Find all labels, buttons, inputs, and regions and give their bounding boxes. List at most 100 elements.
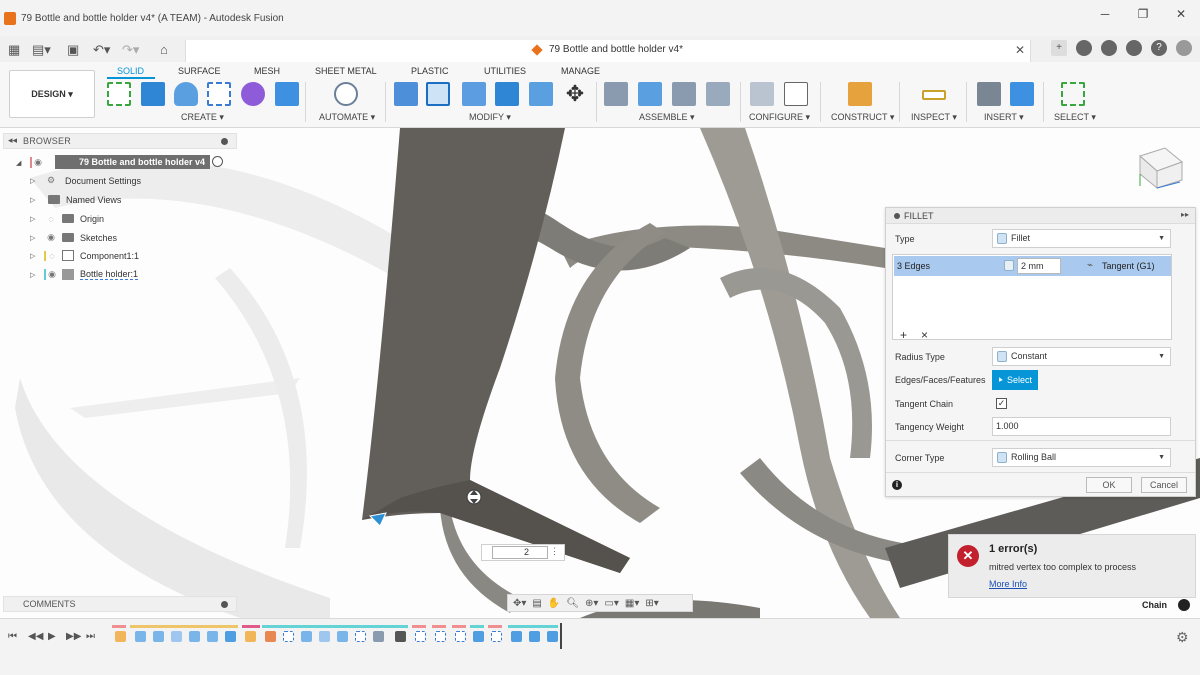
joint-icon[interactable] (638, 82, 662, 106)
ok-button[interactable]: OK (1086, 477, 1132, 493)
revolve-icon[interactable] (174, 82, 198, 106)
display-settings-icon[interactable]: ▭▾ (604, 598, 618, 609)
create-menu[interactable]: CREATE ▾ (181, 112, 224, 123)
timeline-feature[interactable] (473, 631, 484, 642)
pan-icon[interactable]: ✋ (548, 598, 560, 609)
job-status-icon[interactable] (1101, 40, 1117, 56)
more-options-icon[interactable]: ⋮ (550, 546, 559, 557)
radius-type-dropdown[interactable]: Constant ▼ (992, 347, 1171, 366)
file-icon[interactable]: ▤▾ (32, 42, 51, 58)
viewports-icon[interactable]: ⊞▾ (645, 598, 658, 609)
tab-manage[interactable]: MANAGE (561, 66, 600, 76)
expand-triangle-icon[interactable]: ▷ (30, 177, 40, 185)
offset-plane-icon[interactable] (848, 82, 872, 106)
timeline-feature[interactable] (265, 631, 276, 642)
press-pull-icon[interactable] (394, 82, 418, 106)
timeline-feature[interactable] (415, 631, 426, 642)
help-icon[interactable]: ? (1151, 40, 1167, 56)
tab-sheet-metal[interactable]: SHEET METAL (315, 66, 377, 76)
timeline-feature[interactable] (301, 631, 312, 642)
configure-icon[interactable] (750, 82, 774, 106)
browser-root-label[interactable]: 79 Bottle and bottle holder v4 (55, 155, 210, 169)
zoom-window-icon[interactable]: ⊕▾ (585, 598, 598, 609)
browser-item-document-settings[interactable]: ▷ ⚙ Document Settings (30, 172, 141, 189)
tab-mesh[interactable]: MESH (254, 66, 280, 76)
create-sketch-icon[interactable] (107, 82, 131, 106)
new-tab-icon[interactable]: + (1051, 40, 1067, 56)
tab-utilities[interactable]: UTILITIES (484, 66, 526, 76)
activate-radio-icon[interactable] (212, 156, 223, 167)
chain-status-icon[interactable] (1178, 599, 1190, 611)
shell-icon[interactable] (495, 82, 519, 106)
timeline-feature[interactable] (171, 631, 182, 642)
visibility-eye-icon[interactable]: ◉ (44, 232, 58, 243)
select-icon[interactable] (1061, 82, 1085, 106)
corner-type-dropdown[interactable]: Rolling Ball ▼ (992, 448, 1171, 467)
look-at-icon[interactable]: ▤ (532, 598, 541, 609)
timeline-feature[interactable] (189, 631, 200, 642)
redo-icon[interactable]: ↷▾ (122, 42, 139, 58)
timeline-feature[interactable] (547, 631, 558, 642)
edges-row[interactable]: 3 Edges 2 mm ⌁ Tangent (G1) (894, 256, 1171, 276)
timeline-feature[interactable] (455, 631, 466, 642)
close-window-button[interactable]: ✕ (1162, 0, 1200, 30)
save-icon[interactable]: ▣ (67, 42, 79, 58)
construct-menu[interactable]: CONSTRUCT ▾ (831, 112, 894, 123)
select-menu[interactable]: SELECT ▾ (1054, 112, 1096, 123)
timeline-feature[interactable] (319, 631, 330, 642)
timeline-feature[interactable] (355, 631, 366, 642)
browser-item-component1[interactable]: ▷ ◌ Component1:1 (30, 247, 139, 264)
browser-item-named-views[interactable]: ▷ Named Views (30, 191, 121, 208)
browser-item-origin[interactable]: ▷ ◌ Origin (30, 210, 104, 227)
orbit-icon[interactable]: ✥▾ (513, 598, 526, 609)
visibility-eye-icon[interactable]: ◉ (30, 157, 44, 168)
timeline-feature[interactable] (373, 631, 384, 642)
tab-solid[interactable]: SOLID (117, 66, 144, 76)
tab-plastic[interactable]: PLASTIC (411, 66, 449, 76)
timeline-feature[interactable] (337, 631, 348, 642)
timeline-feature[interactable] (435, 631, 446, 642)
timeline-feature[interactable] (511, 631, 522, 642)
hidden-eye-icon[interactable]: ◌ (44, 250, 58, 261)
maximize-button[interactable]: ❐ (1124, 0, 1162, 30)
insert-image-icon[interactable] (1010, 82, 1034, 106)
collapse-triangle-icon[interactable]: ◢ (16, 159, 26, 167)
tangent-chain-checkbox[interactable]: ✓ (996, 398, 1007, 409)
expand-triangle-icon[interactable]: ▷ (30, 215, 40, 223)
pin-icon[interactable] (221, 138, 228, 145)
timeline-marker[interactable] (560, 623, 562, 649)
timeline-feature[interactable] (529, 631, 540, 642)
timeline-settings-gear-icon[interactable]: ⚙ (1176, 629, 1189, 646)
timeline-feature[interactable] (135, 631, 146, 642)
info-icon[interactable]: i (892, 480, 902, 490)
play-icon[interactable]: ▶ (48, 631, 56, 642)
automate-icon[interactable] (334, 82, 358, 106)
timeline-feature[interactable] (283, 631, 294, 642)
insert-derive-icon[interactable] (977, 82, 1001, 106)
form-icon[interactable] (241, 82, 265, 106)
more-info-link[interactable]: More Info (989, 579, 1027, 589)
document-tab[interactable]: 79 Bottle and bottle holder v4* ✕ (185, 40, 1031, 62)
assemble-menu[interactable]: ASSEMBLE ▾ (639, 112, 695, 123)
view-cube[interactable] (1139, 147, 1183, 190)
sweep-icon[interactable] (207, 82, 231, 106)
chamfer-icon[interactable] (462, 82, 486, 106)
browser-item-bottle-holder[interactable]: ▷ ◉ Bottle holder:1 (30, 266, 139, 283)
timeline-feature[interactable] (153, 631, 164, 642)
timeline-features[interactable] (112, 623, 562, 647)
extrude-icon[interactable] (141, 82, 165, 106)
expand-triangle-icon[interactable]: ▷ (30, 271, 40, 279)
timeline-feature[interactable] (207, 631, 218, 642)
remove-selection-set-icon[interactable]: × (921, 328, 928, 342)
joint-origin-icon[interactable] (706, 82, 730, 106)
continuity-dropdown[interactable]: Tangent (G1) (1102, 261, 1155, 271)
workspace-switcher[interactable]: DESIGN ▾ (9, 70, 95, 118)
step-back-icon[interactable]: ◀◀ (28, 631, 43, 642)
undo-icon[interactable]: ↶▾ (93, 42, 110, 58)
add-selection-set-icon[interactable]: + (900, 328, 907, 342)
expand-triangle-icon[interactable]: ▷ (30, 252, 40, 260)
fillet-tool-icon[interactable] (426, 82, 450, 106)
inspect-menu[interactable]: INSPECT ▾ (911, 112, 957, 123)
zoom-icon[interactable]: 🔍︎ (566, 598, 579, 609)
select-edges-button[interactable]: Select (992, 370, 1038, 390)
